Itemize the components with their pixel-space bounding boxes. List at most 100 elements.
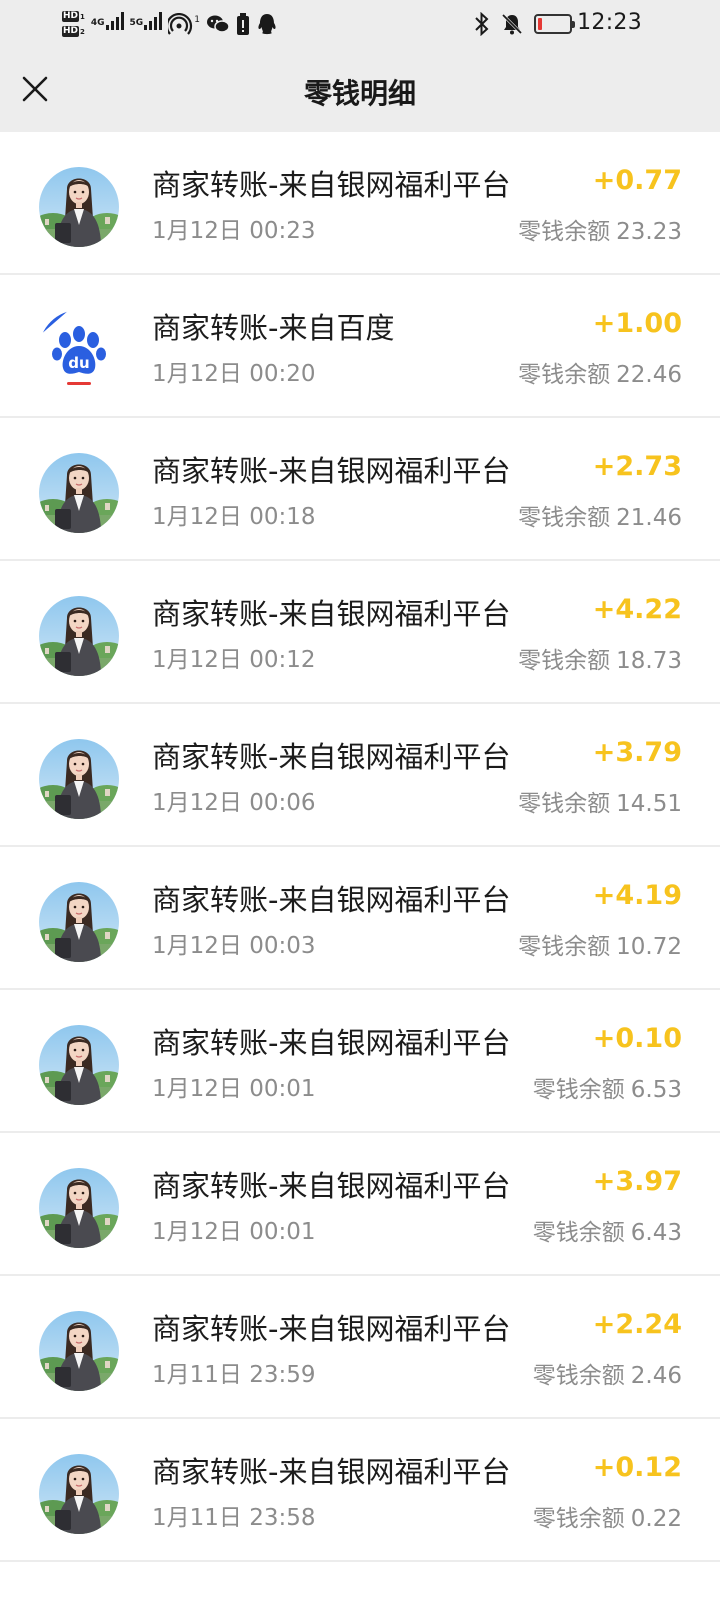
transaction-row[interactable]: 商家转账-来自银网福利平台 1月12日 00:18 +2.73 零钱余额 21.46 — [0, 418, 720, 561]
transaction-time: 1月11日 23:59 — [152, 1362, 316, 1388]
balance-label: 零钱余额 — [532, 1077, 625, 1103]
balance-after: 零钱余额 21.46 — [518, 498, 682, 532]
transaction-time: 1月12日 00:23 — [152, 218, 316, 244]
balance-value: 0.22 — [630, 1506, 682, 1532]
balance-label: 零钱余额 — [532, 1363, 625, 1389]
balance-label: 零钱余额 — [532, 1220, 625, 1246]
balance-value: 6.53 — [630, 1077, 682, 1103]
transaction-row[interactable]: 商家转账-来自银网福利平台 1月12日 00:23 +0.77 零钱余额 23.23 — [0, 132, 720, 275]
balance-after: 零钱余额 22.46 — [518, 355, 682, 389]
merchant-avatar — [39, 882, 119, 962]
bluetooth-icon — [474, 12, 490, 36]
hd-sub: 2 — [80, 27, 85, 36]
transaction-time: 1月12日 00:20 — [152, 361, 316, 387]
transaction-row[interactable]: 商家转账-来自银网福利平台 1月12日 00:01 +3.97 零钱余额 6.43 — [0, 1133, 720, 1276]
hd-sub: 1 — [80, 12, 85, 21]
balance-value: 22.46 — [616, 362, 682, 388]
signal-icon-sim1: 4G — [91, 12, 124, 36]
hd-badge-2: HD 2 — [62, 26, 85, 37]
transaction-title: 商家转账-来自银网福利平台 — [152, 454, 511, 488]
status-bar: HD 1 HD 2 4G 5G 1 12:23 — [0, 0, 720, 48]
transaction-amount: +0.77 — [592, 165, 682, 196]
balance-label: 零钱余额 — [532, 1506, 625, 1532]
hd-indicators: HD 1 HD 2 — [62, 11, 85, 37]
transaction-time: 1月12日 00:01 — [152, 1219, 316, 1245]
balance-value: 23.23 — [616, 219, 682, 245]
transaction-amount: +4.22 — [592, 594, 682, 625]
merchant-avatar — [39, 167, 119, 247]
balance-after: 零钱余额 18.73 — [518, 641, 682, 675]
transaction-time: 1月11日 23:58 — [152, 1505, 316, 1531]
transaction-row[interactable]: 商家转账-来自银网福利平台 1月11日 23:58 +0.12 零钱余额 0.22 — [0, 1419, 720, 1562]
transaction-row[interactable]: 商家转账-来自银网福利平台 1月11日 23:59 +2.24 零钱余额 2.46 — [0, 1276, 720, 1419]
balance-label: 零钱余额 — [518, 219, 611, 245]
balance-label: 零钱余额 — [518, 505, 611, 531]
merchant-avatar — [39, 739, 119, 819]
balance-label: 零钱余额 — [518, 934, 611, 960]
merchant-avatar — [39, 596, 119, 676]
balance-after: 零钱余额 0.22 — [533, 1499, 682, 1533]
status-left-icons: HD 1 HD 2 4G 5G 1 — [62, 6, 278, 42]
battery-saver-icon — [236, 13, 250, 35]
clock: 12:23 — [577, 10, 642, 35]
transaction-title: 商家转账-来自银网福利平台 — [152, 740, 511, 774]
transaction-amount: +1.00 — [592, 308, 682, 339]
signal-icon-sim2: 5G — [130, 12, 163, 36]
transaction-time: 1月12日 00:03 — [152, 933, 316, 959]
balance-value: 6.43 — [630, 1220, 682, 1246]
transaction-title: 商家转账-来自银网福利平台 — [152, 1312, 511, 1346]
transaction-row[interactable]: 商家转账-来自银网福利平台 1月12日 00:06 +3.79 零钱余额 14.51 — [0, 704, 720, 847]
transaction-title: 商家转账-来自银网福利平台 — [152, 1026, 511, 1060]
merchant-avatar — [39, 453, 119, 533]
hd-badge-1: HD 1 — [62, 11, 85, 22]
transaction-title: 商家转账-来自银网福利平台 — [152, 1169, 511, 1203]
transaction-amount: +0.12 — [592, 1452, 682, 1483]
balance-label: 零钱余额 — [518, 648, 611, 674]
transaction-list: 商家转账-来自银网福利平台 1月12日 00:23 +0.77 零钱余额 23.23 d… — [0, 132, 720, 1562]
battery-icon — [534, 14, 575, 34]
hd-label: HD — [62, 26, 80, 37]
network-type-label: 4G — [90, 18, 105, 28]
transaction-time: 1月12日 00:12 — [152, 647, 316, 673]
balance-after: 零钱余额 2.46 — [533, 1356, 682, 1390]
transaction-title: 商家转账-来自银网福利平台 — [152, 168, 511, 202]
balance-value: 2.46 — [630, 1363, 682, 1389]
hotspot-count: 1 — [194, 15, 200, 25]
transaction-row[interactable]: du 商家转账-来自百度 1月12日 00:20 +1.00 零钱余额 22.46 — [0, 275, 720, 418]
hd-label: HD — [62, 11, 80, 22]
transaction-title: 商家转账-来自银网福利平台 — [152, 1455, 511, 1489]
balance-label: 零钱余额 — [518, 362, 611, 388]
wechat-icon — [206, 14, 230, 34]
battery-level — [538, 18, 542, 30]
transaction-amount: +3.97 — [592, 1166, 682, 1197]
transaction-time: 1月12日 00:18 — [152, 504, 316, 530]
baidu-logo-avatar: du — [39, 310, 119, 390]
svg-text:du: du — [68, 354, 89, 372]
mute-bell-icon — [500, 12, 524, 36]
balance-value: 18.73 — [616, 648, 682, 674]
balance-value: 14.51 — [616, 791, 682, 817]
transaction-amount: +0.10 — [592, 1023, 682, 1054]
merchant-avatar — [39, 1311, 119, 1391]
network-type-label: 5G — [129, 18, 144, 28]
status-right-icons — [474, 6, 575, 42]
transaction-row[interactable]: 商家转账-来自银网福利平台 1月12日 00:01 +0.10 零钱余额 6.53 — [0, 990, 720, 1133]
transaction-time: 1月12日 00:01 — [152, 1076, 316, 1102]
transaction-amount: +3.79 — [592, 737, 682, 768]
transaction-title: 商家转账-来自百度 — [152, 311, 395, 345]
page-title: 零钱明细 — [303, 77, 416, 110]
balance-after: 零钱余额 14.51 — [518, 784, 682, 818]
header: 零钱明细 — [0, 48, 720, 132]
merchant-avatar — [39, 1454, 119, 1534]
merchant-avatar — [39, 1025, 119, 1105]
transaction-row[interactable]: 商家转账-来自银网福利平台 1月12日 00:03 +4.19 零钱余额 10.72 — [0, 847, 720, 990]
transaction-amount: +2.73 — [592, 451, 682, 482]
balance-after: 零钱余额 10.72 — [518, 927, 682, 961]
transaction-row[interactable]: 商家转账-来自银网福利平台 1月12日 00:12 +4.22 零钱余额 18.73 — [0, 561, 720, 704]
balance-after: 零钱余额 6.43 — [533, 1213, 682, 1247]
transaction-title: 商家转账-来自银网福利平台 — [152, 883, 511, 917]
merchant-avatar — [39, 1168, 119, 1248]
qq-icon — [256, 13, 278, 35]
balance-label: 零钱余额 — [518, 791, 611, 817]
balance-value: 21.46 — [616, 505, 682, 531]
